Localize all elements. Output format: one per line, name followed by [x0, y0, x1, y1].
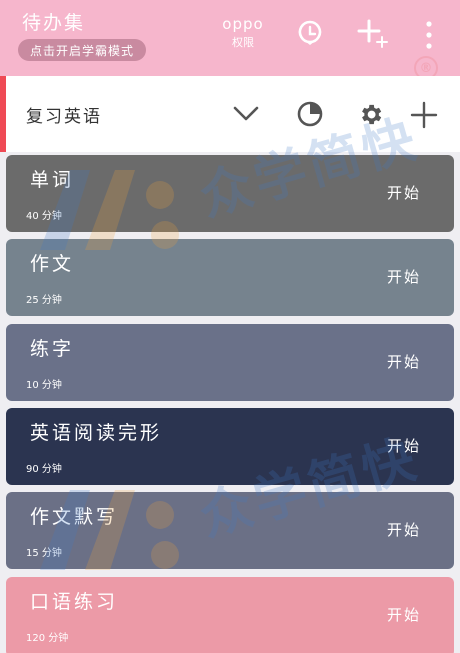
task-card[interactable]: 口语练习 120 分钟 开始: [6, 577, 454, 653]
task-title: 作文: [30, 253, 75, 275]
task-title: 英语阅读完形: [30, 422, 163, 444]
add-item-icon[interactable]: [410, 101, 438, 129]
task-title: 口语练习: [30, 591, 119, 613]
task-duration: 25 分钟: [26, 295, 62, 306]
category-accent: [0, 76, 6, 152]
start-button[interactable]: 开始: [387, 182, 421, 203]
task-title: 练字: [30, 338, 75, 360]
category-title[interactable]: 复习英语: [26, 102, 102, 127]
add-task-icon[interactable]: [357, 19, 389, 49]
start-button[interactable]: 开始: [387, 266, 421, 287]
app-header: 待办集 点击开启学霸模式 oppo 权限: [0, 0, 460, 76]
start-button[interactable]: 开始: [387, 435, 421, 456]
task-card[interactable]: 练字 10 分钟 开始: [6, 324, 454, 401]
pie-chart-icon[interactable]: [297, 101, 323, 127]
app-title: 待办集: [22, 12, 86, 34]
task-duration: 15 分钟: [26, 548, 62, 559]
task-duration: 90 分钟: [26, 464, 62, 475]
task-card[interactable]: 英语阅读完形 90 分钟 开始: [6, 408, 454, 485]
category-bar: 复习英语: [0, 76, 460, 152]
task-card[interactable]: 单词 40 分钟 开始: [6, 155, 454, 232]
task-duration: 40 分钟: [26, 211, 62, 222]
chevron-down-icon[interactable]: [232, 104, 260, 124]
permission-label: 权限: [232, 36, 254, 49]
task-title: 作文默写: [30, 506, 119, 528]
start-button[interactable]: 开始: [387, 351, 421, 372]
study-mode-button[interactable]: 点击开启学霸模式: [18, 39, 146, 61]
gear-icon[interactable]: [357, 101, 384, 128]
clock-icon[interactable]: [297, 20, 323, 46]
more-icon[interactable]: [424, 20, 434, 50]
start-button[interactable]: 开始: [387, 519, 421, 540]
task-duration: 120 分钟: [26, 633, 69, 644]
task-card[interactable]: 作文 25 分钟 开始: [6, 239, 454, 316]
permission-button[interactable]: oppo 权限: [220, 15, 266, 50]
task-title: 单词: [30, 169, 75, 191]
task-card[interactable]: 作文默写 15 分钟 开始: [6, 492, 454, 569]
brand-logo: oppo: [222, 15, 264, 33]
task-duration: 10 分钟: [26, 380, 62, 391]
start-button[interactable]: 开始: [387, 604, 421, 625]
